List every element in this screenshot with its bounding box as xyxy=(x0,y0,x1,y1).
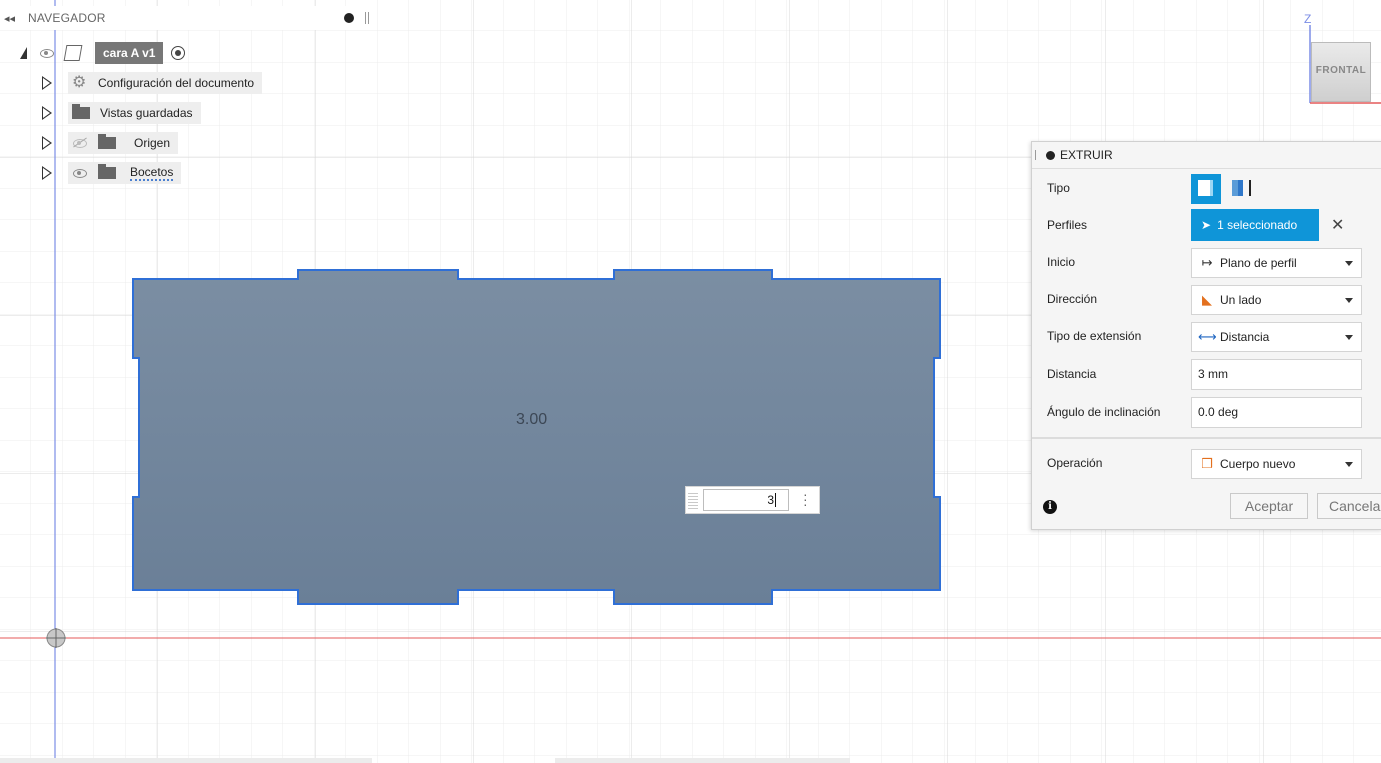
dialog-title: EXTRUIR xyxy=(1060,148,1113,162)
folder-icon xyxy=(98,164,116,179)
distance-manipulator[interactable]: 3 · · · xyxy=(685,486,820,514)
cursor-icon: ➤ xyxy=(1201,218,1212,232)
tree-root[interactable]: cara A v1 xyxy=(20,42,186,64)
pin-icon[interactable] xyxy=(344,13,354,23)
more-options-icon[interactable]: · · · xyxy=(803,487,808,511)
tipo-extension-dropdown[interactable]: ⟷ Distancia xyxy=(1191,322,1362,352)
row-operacion: Operación ❒ Cuerpo nuevo xyxy=(1032,445,1381,482)
resize-grip[interactable] xyxy=(1035,150,1038,160)
tree-item-config[interactable]: ⚙ Configuración del documento xyxy=(42,72,263,94)
inicio-value: Plano de perfil xyxy=(1220,256,1297,270)
folder-icon xyxy=(98,134,116,149)
ok-button[interactable]: Aceptar xyxy=(1230,493,1308,519)
row-angulo: Ángulo de inclinación 0.0 deg xyxy=(1032,394,1381,431)
viewcube-face-label: FRONTAL xyxy=(1315,65,1367,76)
operacion-value: Cuerpo nuevo xyxy=(1220,457,1296,471)
direccion-dropdown[interactable]: ◣ Un lado xyxy=(1191,285,1362,315)
profiles-selection-text: 1 seleccionado xyxy=(1217,218,1298,232)
tree-item-label: Origen xyxy=(134,136,171,150)
tipo-extension-label: Tipo de extensión xyxy=(1047,329,1142,343)
tree-item-sketches[interactable]: Bocetos xyxy=(42,162,182,184)
distance-input[interactable]: 3 xyxy=(703,489,789,511)
inicio-dropdown[interactable]: ↦ Plano de perfil xyxy=(1191,248,1362,278)
tree-item-label: Vistas guardadas xyxy=(100,106,193,120)
navigator-title: NAVEGADOR xyxy=(28,11,106,25)
chevron-down-icon xyxy=(1345,297,1353,303)
viewcube[interactable]: FRONTAL xyxy=(1311,42,1371,102)
one-side-icon: ◣ xyxy=(1202,292,1212,307)
new-body-icon: ❒ xyxy=(1201,456,1213,471)
navigator-header: ◂◂ NAVEGADOR xyxy=(0,6,372,30)
visibility-eye-icon[interactable] xyxy=(72,168,88,178)
row-tipo: Tipo xyxy=(1032,170,1381,207)
expand-triangle-icon[interactable] xyxy=(20,47,27,59)
distancia-label: Distancia xyxy=(1047,367,1097,381)
chevron-down-icon xyxy=(1345,461,1353,467)
chevron-down-icon xyxy=(1345,334,1353,340)
row-inicio: Inicio ↦ Plano de perfil xyxy=(1032,244,1381,281)
clear-selection-icon[interactable]: ✕ xyxy=(1331,215,1344,235)
component-icon xyxy=(63,45,83,61)
operacion-dropdown[interactable]: ❒ Cuerpo nuevo xyxy=(1191,449,1362,479)
extrude-type-thin-button[interactable] xyxy=(1228,174,1258,204)
root-component-label[interactable]: cara A v1 xyxy=(95,42,164,64)
solid-extrude-icon xyxy=(1198,180,1213,196)
visibility-off-icon[interactable] xyxy=(72,137,88,148)
drag-handle-icon[interactable] xyxy=(688,491,698,509)
dialog-divider xyxy=(1032,437,1381,439)
chevron-down-icon xyxy=(1345,260,1353,266)
angulo-label: Ángulo de inclinación xyxy=(1047,405,1161,419)
resize-grip[interactable] xyxy=(365,12,369,24)
direccion-label: Dirección xyxy=(1047,292,1098,306)
row-perfiles: Perfiles ➤ 1 seleccionado ✕ xyxy=(1032,207,1381,244)
extrude-profile[interactable] xyxy=(132,269,941,605)
gear-icon: ⚙ xyxy=(72,74,87,91)
row-distancia: Distancia 3 mm xyxy=(1032,356,1381,393)
visibility-eye-icon[interactable] xyxy=(39,48,55,58)
distance-icon: ⟷ xyxy=(1198,329,1217,344)
tree-item-label: Bocetos xyxy=(130,165,174,181)
expand-triangle-icon[interactable] xyxy=(42,136,52,150)
tree-item-views[interactable]: Vistas guardadas xyxy=(42,102,201,124)
profiles-selection-button[interactable]: ➤ 1 seleccionado xyxy=(1191,209,1319,241)
bottom-strip xyxy=(555,758,850,763)
info-icon[interactable]: i xyxy=(1043,500,1057,514)
cancel-button[interactable]: Cancelar xyxy=(1317,493,1381,519)
collapse-navigator-icon[interactable]: ◂◂ xyxy=(4,12,18,25)
tipo-label: Tipo xyxy=(1047,181,1070,195)
dimension-label: 3.00 xyxy=(516,411,548,428)
row-direccion: Dirección ◣ Un lado xyxy=(1032,281,1381,318)
expand-triangle-icon[interactable] xyxy=(42,76,52,90)
bottom-strip xyxy=(0,758,372,763)
extrude-type-solid-button[interactable] xyxy=(1191,174,1221,204)
row-tipo-extension: Tipo de extensión ⟷ Distancia xyxy=(1032,318,1381,355)
profile-plane-icon: ↦ xyxy=(1201,255,1213,270)
expand-triangle-icon[interactable] xyxy=(42,106,52,120)
inicio-label: Inicio xyxy=(1047,255,1076,269)
distancia-input[interactable]: 3 mm xyxy=(1191,359,1362,390)
operacion-label: Operación xyxy=(1047,456,1103,470)
thin-extrude-icon xyxy=(1232,180,1238,196)
angulo-input[interactable]: 0.0 deg xyxy=(1191,397,1362,428)
extrude-dialog: EXTRUIR Tipo Perfiles ➤ 1 seleccionado ✕… xyxy=(1031,141,1381,530)
activate-radio-icon[interactable] xyxy=(171,46,186,60)
collapse-icon[interactable] xyxy=(1046,150,1055,160)
tipo-extension-value: Distancia xyxy=(1220,330,1270,344)
tree-item-label: Configuración del documento xyxy=(98,76,255,90)
tree-item-origin[interactable]: Origen xyxy=(42,132,179,154)
dialog-header[interactable]: EXTRUIR xyxy=(1032,142,1381,169)
expand-triangle-icon[interactable] xyxy=(42,166,52,180)
perfiles-label: Perfiles xyxy=(1047,218,1088,232)
direccion-value: Un lado xyxy=(1220,293,1262,307)
folder-icon xyxy=(72,104,90,119)
